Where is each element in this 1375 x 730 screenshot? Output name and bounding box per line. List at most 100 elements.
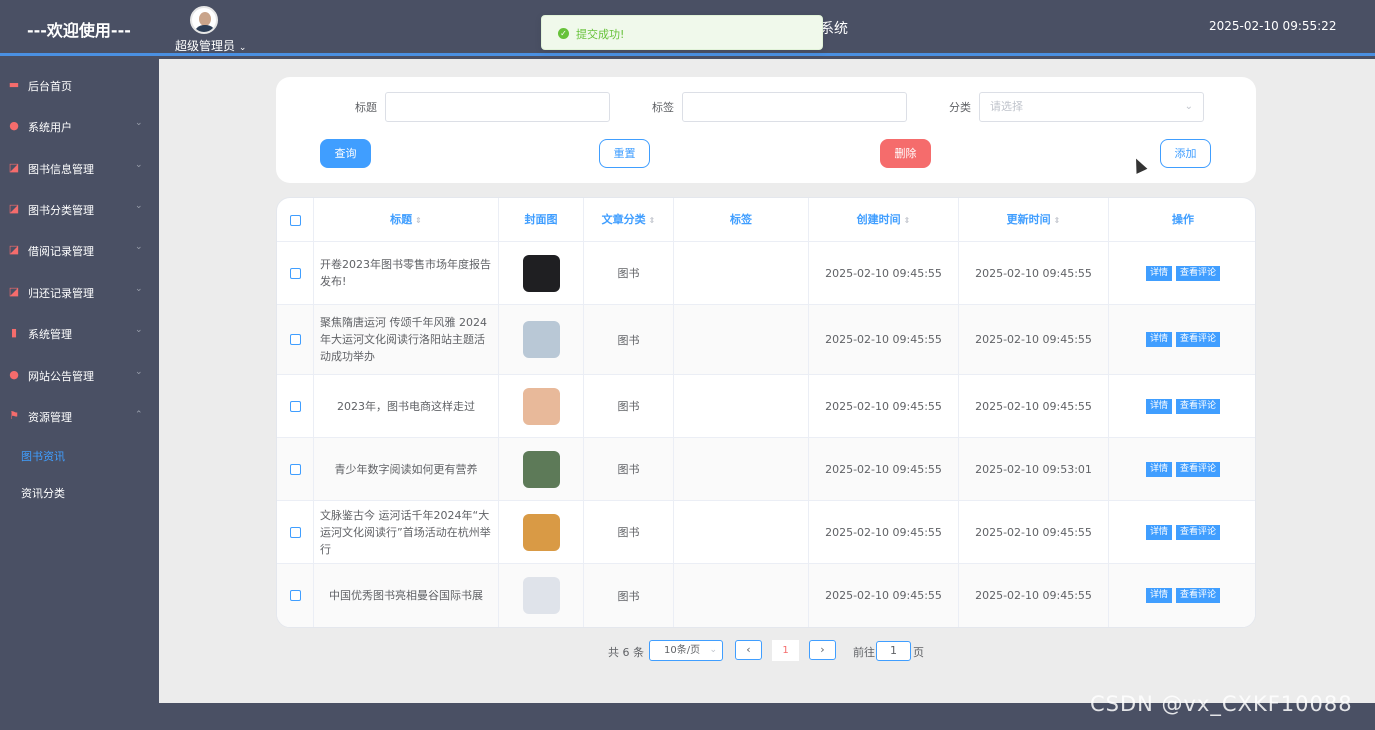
- next-page-button[interactable]: ›: [809, 640, 836, 660]
- watermark: CSDN @vx_CXKF10088: [1090, 692, 1353, 716]
- column-header-title[interactable]: 标题 ⇕: [314, 198, 499, 242]
- cover-thumbnail[interactable]: [522, 450, 560, 488]
- column-header-cover: 封面图: [499, 198, 584, 242]
- category-filter-label: 分类: [949, 101, 971, 114]
- row-updated: 2025-02-10 09:53:01: [959, 438, 1109, 500]
- row-checkbox[interactable]: [289, 267, 301, 279]
- row-title: 2023年，图书电商这样走过: [314, 375, 499, 437]
- row-created: 2025-02-10 09:45:55: [809, 242, 959, 304]
- chevron-down-icon: ⌄: [135, 201, 143, 211]
- table-row: 中国优秀图书亮相曼谷国际书展 图书 2025-02-10 09:45:55 2025-…: [277, 564, 1255, 627]
- row-checkbox[interactable]: [289, 590, 301, 601]
- row-title: 中国优秀图书亮相曼谷国际书展: [314, 564, 499, 627]
- row-created: 2025-02-10 09:45:55: [809, 375, 959, 437]
- page-size-value: 10条/页: [664, 645, 701, 656]
- column-header-label: 操作: [1172, 213, 1194, 226]
- table-row: 2023年，图书电商这样走过 图书 2025-02-10 09:45:55 2025-…: [277, 375, 1255, 438]
- view-comments-button[interactable]: 查看评论: [1176, 588, 1221, 603]
- header-datetime: 2025-02-10 09:55:22: [1209, 19, 1337, 33]
- row-select-cell: [277, 564, 314, 627]
- category-select[interactable]: 请选择 ⌄: [979, 92, 1204, 122]
- cover-thumbnail[interactable]: [522, 387, 560, 425]
- toast-message: 提交成功!: [576, 28, 625, 41]
- sidebar-item-borrow-records[interactable]: ◪ 借阅记录管理 ⌄: [0, 230, 159, 270]
- view-comments-button[interactable]: 查看评论: [1176, 398, 1221, 414]
- sidebar-item-resources[interactable]: ⚑ 资源管理 ⌃: [0, 396, 159, 436]
- detail-button[interactable]: 详情: [1145, 265, 1172, 281]
- goto-page-input[interactable]: 1: [876, 641, 911, 661]
- prev-page-button[interactable]: ‹: [735, 640, 762, 660]
- sidebar-item-users[interactable]: ● 系统用户 ⌄: [0, 106, 159, 146]
- avatar-body: [194, 25, 216, 32]
- reset-button[interactable]: 重置: [599, 139, 650, 168]
- select-all-header: [277, 198, 314, 242]
- detail-button[interactable]: 详情: [1145, 588, 1172, 603]
- user-icon: ●: [9, 119, 19, 132]
- row-actions: 详情 查看评论: [1109, 501, 1255, 563]
- select-all-checkbox[interactable]: [289, 214, 301, 226]
- sort-icon[interactable]: ⇕: [904, 216, 911, 225]
- row-checkbox[interactable]: [289, 400, 301, 412]
- page-number-current[interactable]: 1: [772, 640, 799, 661]
- sidebar-item-home[interactable]: ▬ 后台首页: [0, 65, 159, 105]
- row-title: 开卷2023年图书零售市场年度报告发布!: [314, 242, 499, 304]
- view-comments-button[interactable]: 查看评论: [1176, 265, 1221, 281]
- table-row: 青少年数字阅读如何更有营养 图书 2025-02-10 09:45:55 2025-0…: [277, 438, 1255, 501]
- tag-filter-input[interactable]: [682, 92, 907, 122]
- tag-filter-label: 标签: [652, 101, 674, 114]
- row-select-cell: [277, 438, 314, 500]
- view-comments-button[interactable]: 查看评论: [1176, 461, 1221, 477]
- cover-thumbnail[interactable]: [522, 321, 560, 358]
- sidebar-item-system[interactable]: ▮ 系统管理 ⌄: [0, 313, 159, 353]
- delete-button[interactable]: 删除: [880, 139, 931, 168]
- detail-button[interactable]: 详情: [1145, 524, 1172, 540]
- cover-thumbnail[interactable]: [522, 254, 560, 292]
- sort-icon[interactable]: ⇕: [1054, 216, 1061, 225]
- column-header-label: 更新时间: [1006, 213, 1051, 226]
- sort-icon[interactable]: ⇕: [649, 216, 656, 225]
- success-toast: ✓ 提交成功!: [541, 15, 823, 50]
- avatar[interactable]: [190, 6, 218, 34]
- row-cover-cell: [499, 438, 584, 500]
- chevron-down-icon: ⌄: [1184, 101, 1193, 112]
- cover-thumbnail[interactable]: [522, 577, 560, 614]
- sidebar-subitem-news-category[interactable]: 资讯分类: [21, 485, 65, 501]
- chevron-down-icon: ⌄: [135, 367, 143, 377]
- column-header-created[interactable]: 创建时间 ⇕: [809, 198, 959, 242]
- sidebar-item-label: 归还记录管理: [28, 287, 94, 300]
- cover-thumbnail[interactable]: [522, 513, 560, 551]
- column-header-updated[interactable]: 更新时间 ⇕: [959, 198, 1109, 242]
- view-comments-button[interactable]: 查看评论: [1176, 332, 1221, 347]
- title-filter-input[interactable]: [385, 92, 610, 122]
- sidebar-item-book-category[interactable]: ◪ 图书分类管理 ⌄: [0, 189, 159, 229]
- view-comments-button[interactable]: 查看评论: [1176, 524, 1221, 540]
- sort-icon[interactable]: ⇕: [415, 216, 422, 225]
- column-header-category[interactable]: 文章分类 ⇕: [584, 198, 674, 242]
- row-category: 图书: [584, 305, 674, 374]
- detail-button[interactable]: 详情: [1145, 398, 1172, 414]
- row-category: 图书: [584, 438, 674, 500]
- row-tag: [674, 242, 809, 304]
- row-checkbox[interactable]: [289, 463, 301, 475]
- table-row: 聚焦隋唐运河 传颂千年风雅 2024年大运河文化阅读行洛阳站主题活动成功举办 图书…: [277, 305, 1255, 375]
- detail-button[interactable]: 详情: [1145, 332, 1172, 347]
- query-button[interactable]: 查询: [320, 139, 371, 168]
- user-dropdown[interactable]: 超级管理员 ⌄: [175, 37, 246, 54]
- page-size-select[interactable]: 10条/页 ⌄: [649, 640, 723, 661]
- column-header-label: 创建时间: [856, 213, 901, 226]
- sidebar-item-book-info[interactable]: ◪ 图书信息管理 ⌄: [0, 148, 159, 188]
- news-table: 标题 ⇕ 封面图 文章分类 ⇕ 标签 创建时间 ⇕ 更新时间 ⇕ 操作 开卷2023年图…: [276, 197, 1256, 628]
- row-checkbox[interactable]: [289, 526, 301, 538]
- detail-button[interactable]: 详情: [1145, 461, 1172, 477]
- sidebar-subitem-book-news[interactable]: 图书资讯: [21, 448, 65, 464]
- add-button[interactable]: 添加: [1160, 139, 1211, 168]
- row-category: 图书: [584, 501, 674, 563]
- row-tag: [674, 305, 809, 374]
- row-cover-cell: [499, 305, 584, 374]
- row-created: 2025-02-10 09:45:55: [809, 564, 959, 627]
- row-created: 2025-02-10 09:45:55: [809, 501, 959, 563]
- row-checkbox[interactable]: [289, 334, 301, 345]
- sidebar-item-announcements[interactable]: ● 网站公告管理 ⌄: [0, 355, 159, 395]
- sidebar-item-return-records[interactable]: ◪ 归还记录管理 ⌄: [0, 272, 159, 312]
- sidebar-item-label: 系统管理: [28, 328, 72, 341]
